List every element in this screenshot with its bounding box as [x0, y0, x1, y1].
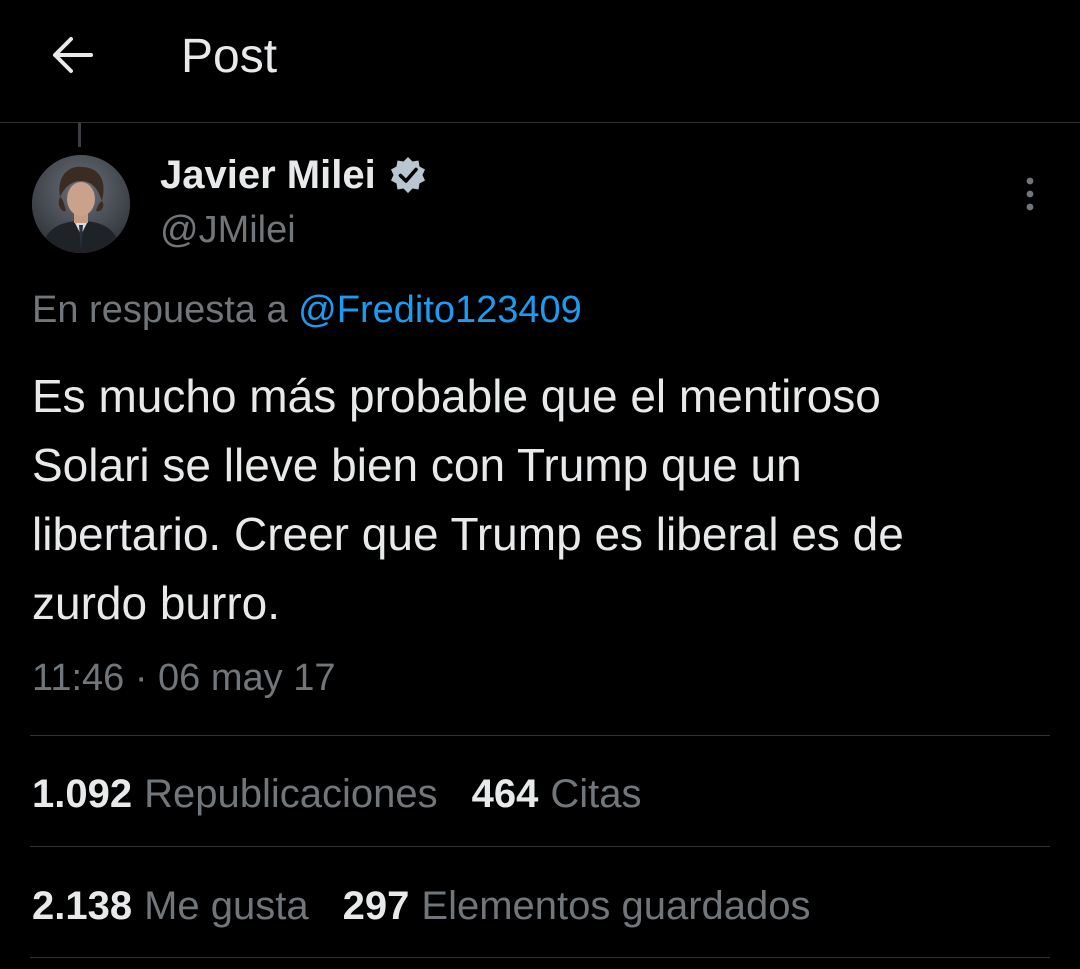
- avatar[interactable]: [32, 155, 130, 253]
- bookmarks-count: 297: [342, 884, 410, 928]
- reply-context: En respuesta a @Fredito123409: [32, 288, 582, 332]
- reposts-count: 1.092: [32, 772, 133, 816]
- page-title: Post: [181, 30, 278, 83]
- top-bar: Post: [0, 0, 1080, 123]
- reply-prefix: En respuesta a: [32, 289, 299, 331]
- quotes-label: Citas: [550, 772, 642, 816]
- likes-count: 2.138: [32, 884, 133, 928]
- bookmarks-label: Elementos guardados: [421, 884, 811, 928]
- reposts-label: Republicaciones: [144, 772, 438, 816]
- author-handle[interactable]: @JMilei: [160, 208, 296, 252]
- back-button[interactable]: [44, 28, 98, 82]
- stats-row-likes: 2.138 Me gusta 297 Elementos guardados: [32, 883, 845, 929]
- quotes-count: 464: [471, 772, 539, 816]
- reposts-stat[interactable]: 1.092 Republicaciones: [32, 771, 438, 817]
- more-vertical-icon: [1026, 177, 1034, 211]
- verified-badge-icon: [390, 157, 425, 193]
- divider: [30, 846, 1050, 847]
- divider: [30, 735, 1050, 736]
- thread-connector-line: [78, 123, 81, 147]
- more-options-button[interactable]: [1010, 172, 1050, 216]
- profile-photo-icon: [32, 155, 130, 253]
- arrow-left-icon: [53, 37, 93, 73]
- post-text: Es mucho más probable que el mentiroso S…: [32, 370, 904, 629]
- divider: [30, 957, 1050, 958]
- reply-mention-link[interactable]: @Fredito123409: [298, 289, 582, 331]
- bookmarks-stat[interactable]: 297 Elementos guardados: [343, 883, 811, 929]
- author-name-text: Javier Milei: [160, 153, 376, 197]
- quotes-stat[interactable]: 464 Citas: [472, 771, 642, 817]
- likes-stat[interactable]: 2.138 Me gusta: [32, 883, 309, 929]
- stats-row-reposts: 1.092 Republicaciones 464 Citas: [32, 771, 676, 817]
- likes-label: Me gusta: [144, 884, 309, 928]
- post-timestamp[interactable]: 11:46 · 06 may 17: [32, 656, 335, 700]
- author-name[interactable]: Javier Milei: [160, 152, 428, 198]
